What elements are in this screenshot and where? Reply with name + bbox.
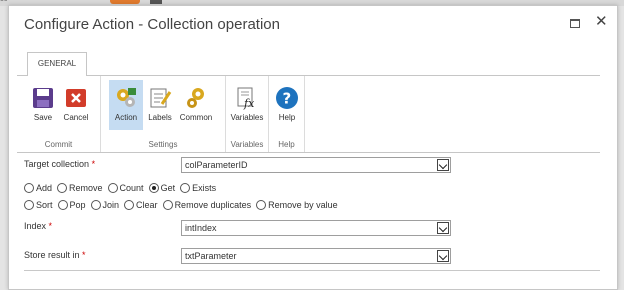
radio-get[interactable]: Get <box>148 183 176 193</box>
ribbon-group-help: ? Help Help <box>269 76 305 152</box>
index-select[interactable]: intIndex <box>181 220 451 236</box>
background-tab-highlight <box>110 0 140 4</box>
radio-label: Remove by value <box>268 200 338 210</box>
close-icon[interactable]: ✕ <box>595 12 608 30</box>
group-label-commit: Commit <box>44 140 73 149</box>
save-button[interactable]: Save <box>31 80 55 130</box>
radio-label: Count <box>119 183 144 193</box>
common-button[interactable]: Common <box>177 80 215 130</box>
radio-remove-duplicates[interactable]: Remove duplicates <box>162 200 252 210</box>
store-result-label: Store result in * <box>24 250 86 260</box>
radio-count[interactable]: Count <box>107 183 144 193</box>
radio-button[interactable] <box>57 183 68 193</box>
radio-button[interactable] <box>107 183 118 193</box>
radio-sort[interactable]: Sort <box>24 200 53 210</box>
ribbon-group-settings: Action Labels Common Settings <box>101 76 226 152</box>
chevron-down-icon[interactable] <box>437 159 449 171</box>
radio-button[interactable] <box>57 200 68 210</box>
store-result-select[interactable]: txtParameter <box>181 248 451 264</box>
radio-remove[interactable]: Remove <box>57 183 103 193</box>
target-collection-label: Target collection * <box>24 159 96 169</box>
help-icon: ? <box>276 87 298 109</box>
radio-add[interactable]: Add <box>24 183 52 193</box>
operation-radio-row-2: Sort Pop Join Clear Remove duplicates Remove … <box>24 200 343 210</box>
radio-label: Sort <box>36 200 53 210</box>
radio-button[interactable] <box>124 200 135 210</box>
required-marker: * <box>91 159 96 169</box>
background-icon <box>150 0 162 4</box>
operation-radio-row-1: Add Remove Count Get Exists <box>24 183 221 193</box>
svg-text:fx: fx <box>243 97 255 110</box>
divider <box>24 270 600 271</box>
target-collection-select[interactable]: colParameterID <box>181 157 451 173</box>
radio-button[interactable] <box>90 200 101 210</box>
group-label-variables: Variables <box>230 140 264 149</box>
group-label-help: Help <box>278 140 295 149</box>
radio-button[interactable] <box>148 183 159 193</box>
required-marker: * <box>48 221 53 231</box>
ribbon-group-commit: Save Cancel Commit <box>17 76 101 152</box>
configure-action-dialog: Configure Action - Collection operation … <box>8 5 618 290</box>
tab-general[interactable]: GENERAL <box>27 52 87 76</box>
radio-label: Add <box>36 183 53 193</box>
chevron-down-icon[interactable] <box>437 250 449 262</box>
common-gears-icon <box>187 88 204 108</box>
radio-label: Join <box>102 200 120 210</box>
radio-label: Exists <box>192 183 217 193</box>
cancel-icon <box>66 89 86 107</box>
group-label-settings: Settings <box>148 140 178 149</box>
radio-pop[interactable]: Pop <box>57 200 86 210</box>
dialog-title: Configure Action - Collection operation <box>24 16 280 33</box>
labels-button[interactable]: Labels <box>145 80 175 130</box>
radio-label: Remove duplicates <box>174 200 252 210</box>
help-button[interactable]: ? Help <box>273 80 301 130</box>
chevron-down-icon[interactable] <box>437 222 449 234</box>
action-button[interactable]: Action <box>109 80 143 130</box>
maximize-icon[interactable] <box>570 19 580 28</box>
ribbon-group-variables: fx Variables Variables <box>226 76 269 152</box>
radio-button[interactable] <box>256 200 267 210</box>
radio-button[interactable] <box>180 183 191 193</box>
radio-button[interactable] <box>24 200 34 210</box>
variables-button[interactable]: fx Variables <box>228 80 266 130</box>
required-marker: * <box>82 250 86 260</box>
labels-icon <box>150 88 172 108</box>
radio-button[interactable] <box>162 200 173 210</box>
radio-label: Pop <box>69 200 86 210</box>
action-gears-icon <box>117 88 136 107</box>
save-icon <box>33 88 53 108</box>
ribbon: Save Cancel Commit Action Labels Common … <box>17 75 600 153</box>
cancel-button[interactable]: Cancel <box>61 80 91 130</box>
radio-join[interactable]: Join <box>90 200 120 210</box>
radio-button[interactable] <box>24 183 34 193</box>
radio-label: Remove <box>69 183 103 193</box>
radio-label: Get <box>160 183 176 193</box>
radio-exists[interactable]: Exists <box>180 183 216 193</box>
radio-remove-by-value[interactable]: Remove by value <box>256 200 338 210</box>
variables-fx-icon: fx <box>237 87 255 110</box>
index-label: Index * <box>24 221 53 231</box>
radio-label: Clear <box>136 200 158 210</box>
radio-clear[interactable]: Clear <box>124 200 158 210</box>
svg-text:?: ? <box>283 90 292 108</box>
